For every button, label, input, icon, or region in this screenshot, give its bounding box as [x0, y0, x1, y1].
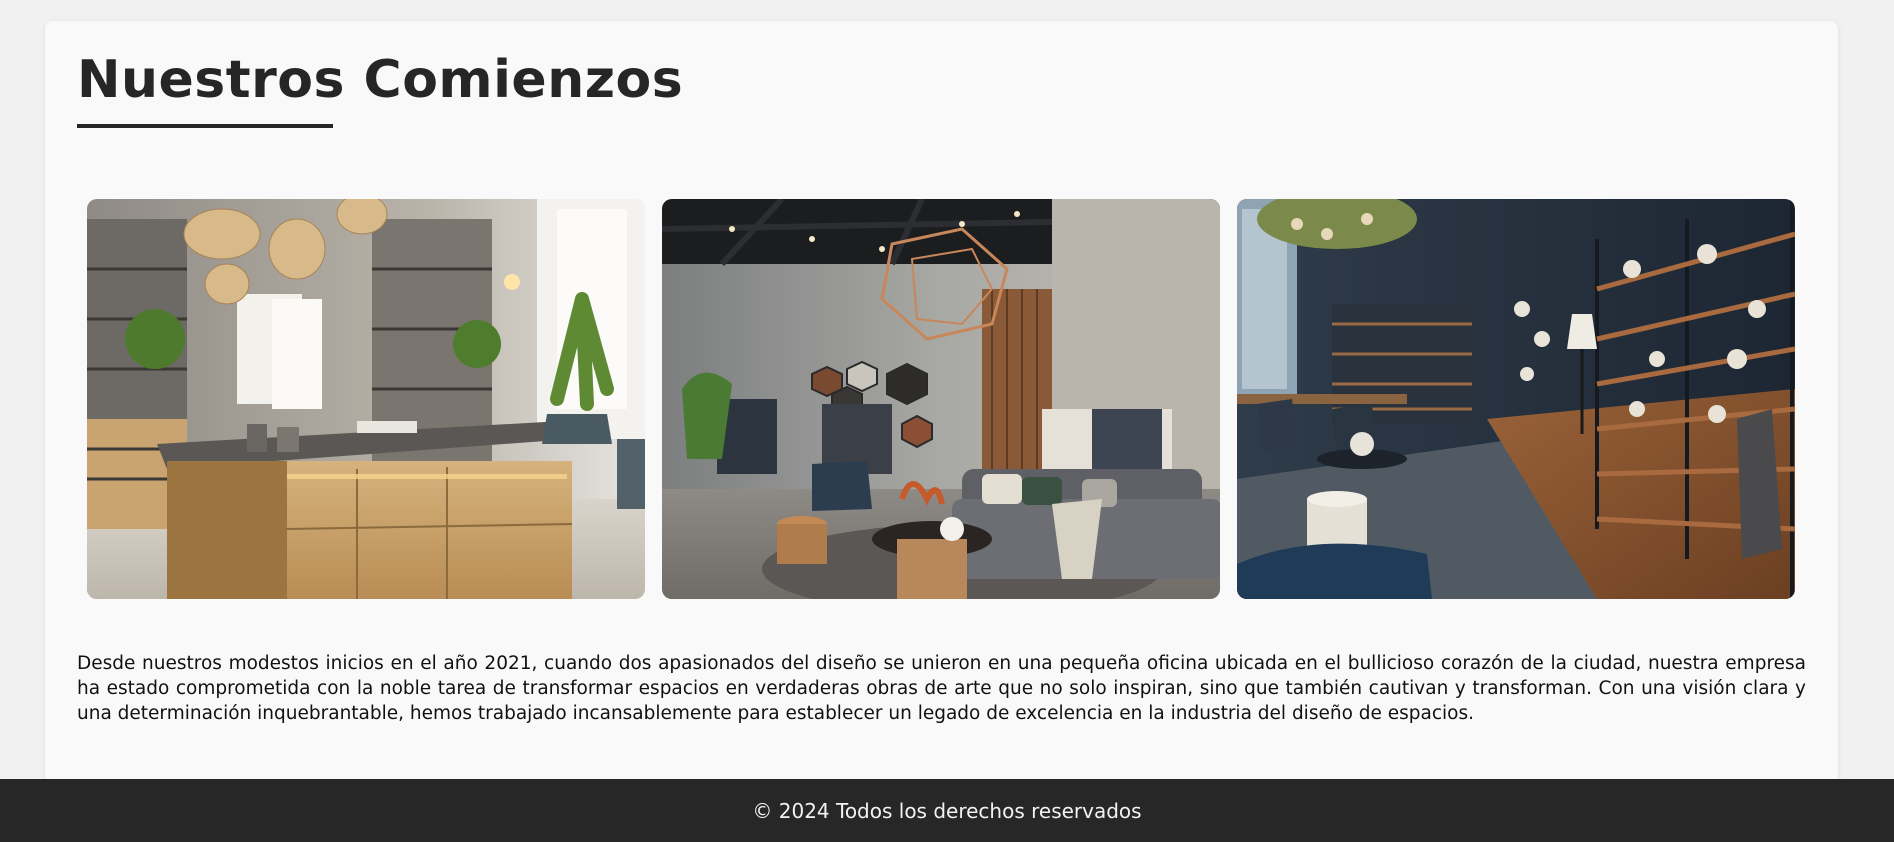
footer: © 2024 Todos los derechos reservados [0, 779, 1894, 842]
copyright-text: © 2024 Todos los derechos reservados [752, 798, 1142, 823]
clothing-showroom-photo [662, 199, 1220, 599]
office-showroom-photo [87, 199, 645, 599]
page-title: Nuestros Comienzos [77, 50, 684, 110]
title-underline [77, 124, 333, 128]
decor-store-photo [1237, 199, 1795, 599]
image-gallery [87, 199, 1795, 599]
intro-paragraph: Desde nuestros modestos inicios en el añ… [77, 653, 1806, 724]
